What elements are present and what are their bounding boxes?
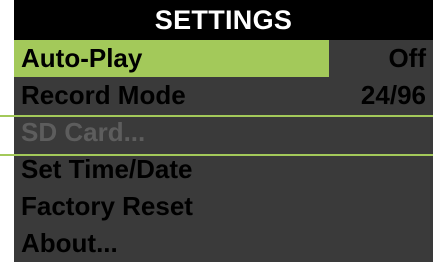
settings-screen: SETTINGS Auto-Play Off Record Mode 24/96… (0, 0, 433, 262)
settings-menu: Auto-Play Off Record Mode 24/96 SD Card.… (14, 40, 433, 262)
menu-item-sd-card: SD Card... (14, 114, 433, 151)
menu-item-about[interactable]: About... (14, 225, 433, 262)
menu-item-auto-play[interactable]: Auto-Play Off (14, 40, 433, 77)
menu-item-label: Auto-Play (21, 43, 143, 73)
guide-line-bottom (0, 154, 433, 156)
menu-item-label: Factory Reset (21, 191, 193, 221)
page-title: SETTINGS (14, 0, 433, 40)
menu-item-label: SD Card... (21, 117, 146, 147)
menu-item-value: Off (388, 43, 426, 73)
menu-item-label: Record Mode (21, 80, 186, 110)
menu-item-record-mode[interactable]: Record Mode 24/96 (14, 77, 433, 114)
menu-item-label: About... (21, 228, 118, 258)
menu-item-set-time-date[interactable]: Set Time/Date (14, 151, 433, 188)
menu-item-factory-reset[interactable]: Factory Reset (14, 188, 433, 225)
guide-line-top (0, 115, 433, 117)
menu-item-value: 24/96 (360, 80, 426, 110)
menu-item-label: Set Time/Date (21, 154, 193, 184)
